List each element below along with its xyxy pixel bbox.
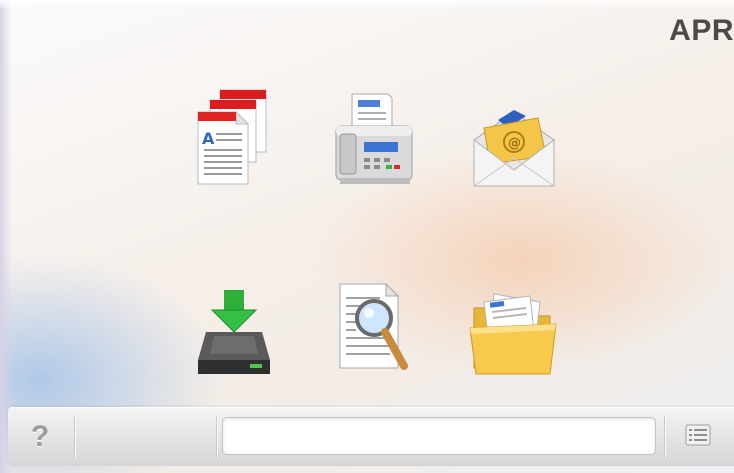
fax-tile[interactable] [326, 90, 422, 186]
menu-button[interactable] [672, 414, 724, 460]
top-highlight [0, 0, 734, 10]
left-frame-edge [0, 0, 12, 473]
bar-divider [74, 416, 75, 458]
held-jobs-tile[interactable] [466, 282, 562, 378]
copy-documents-icon: A [190, 86, 278, 186]
scan-to-device-tile[interactable] [186, 282, 282, 378]
folder-documents-icon [466, 280, 562, 380]
brand-label: APR [669, 14, 734, 47]
email-tile[interactable]: @ [466, 92, 562, 188]
email-envelope-icon: @ [468, 90, 560, 190]
scan-download-icon [190, 280, 278, 380]
list-menu-icon [685, 424, 711, 451]
bar-divider [664, 416, 665, 458]
svg-text:A: A [202, 129, 215, 148]
svg-text:@: @ [508, 136, 521, 151]
status-message-field [222, 417, 656, 455]
help-button[interactable]: ? [8, 409, 72, 465]
document-magnifier-icon [330, 278, 418, 378]
bar-divider [216, 416, 217, 458]
scan-to-network-tile[interactable] [326, 280, 422, 376]
bar-blank-segment [76, 412, 216, 462]
fax-machine-icon [330, 88, 418, 188]
copy-tile[interactable]: A [186, 86, 282, 186]
